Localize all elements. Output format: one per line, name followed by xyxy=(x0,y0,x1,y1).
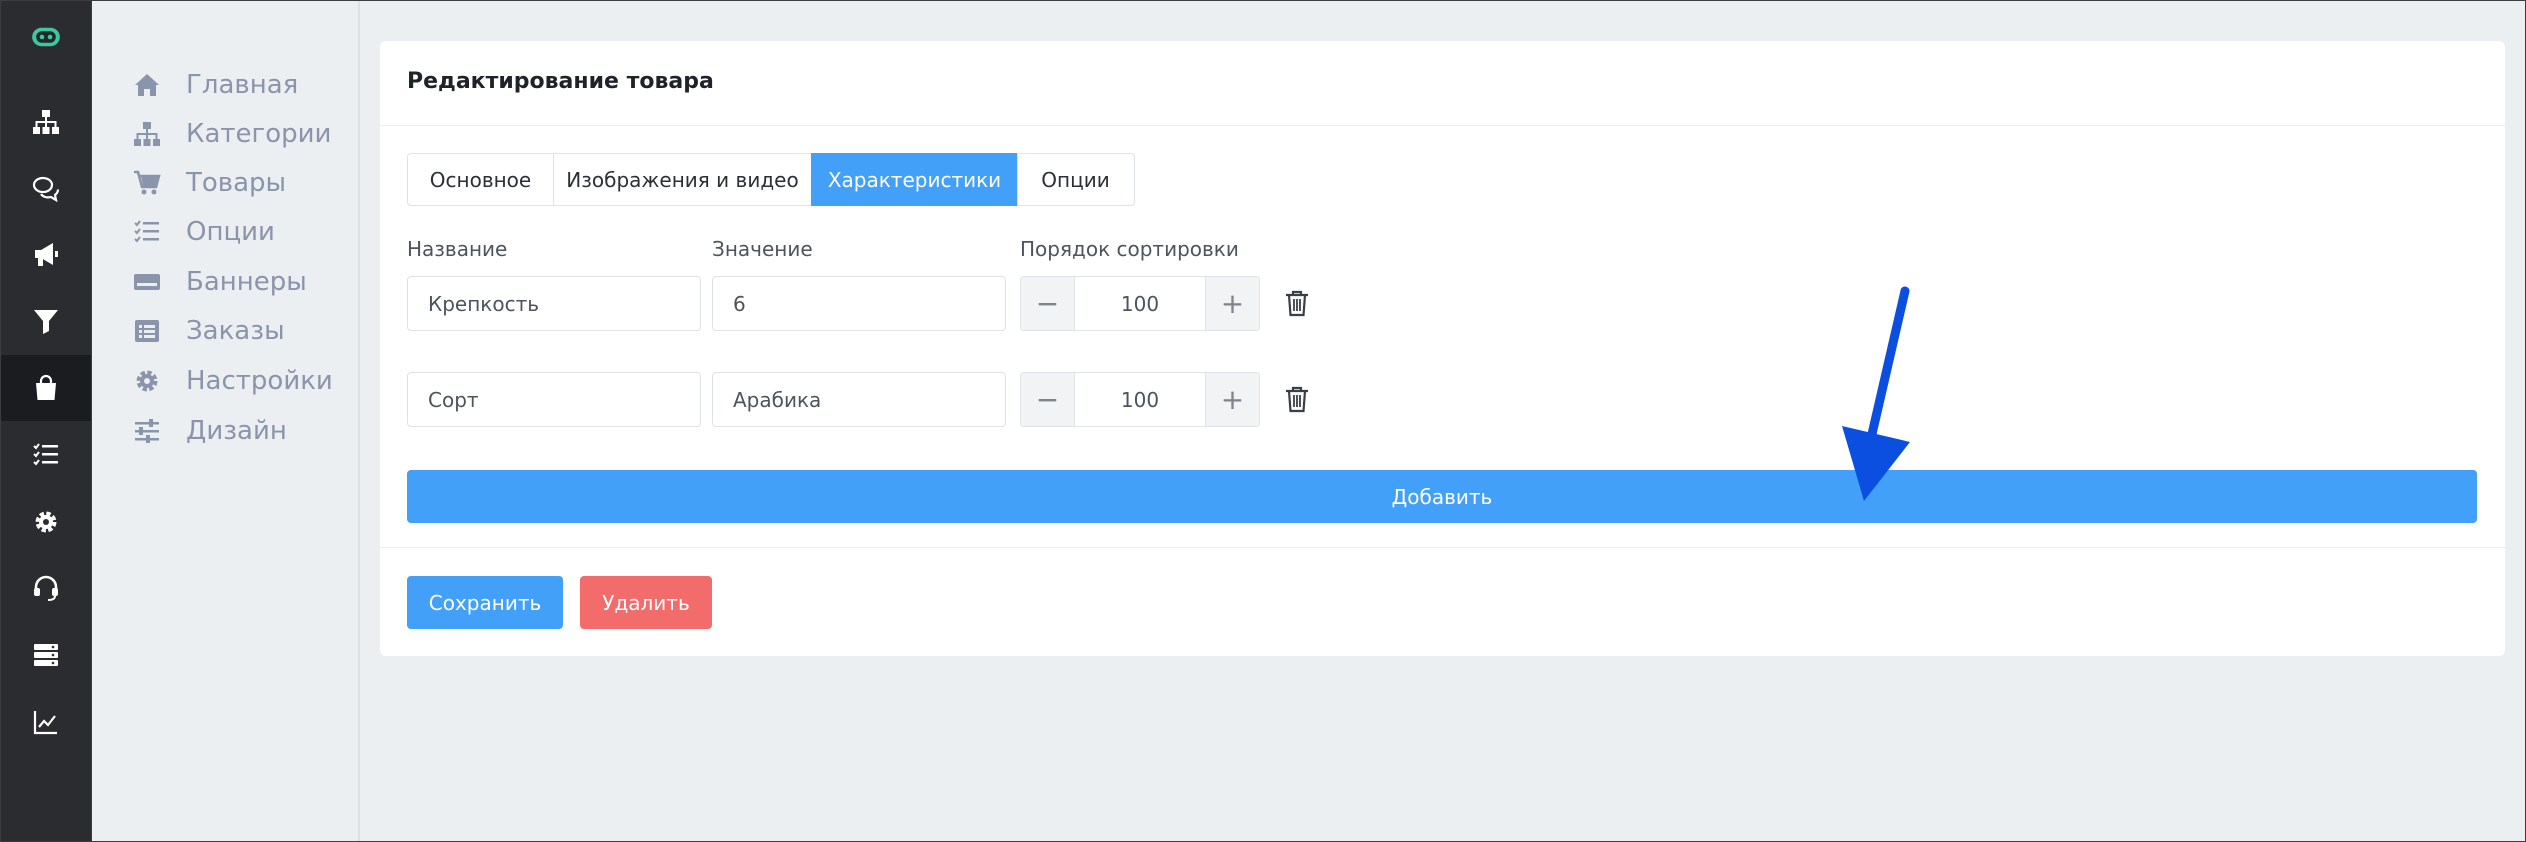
page-title: Редактирование товара xyxy=(407,69,714,94)
filter-icon xyxy=(34,310,58,334)
trash-icon xyxy=(1286,386,1308,413)
rail-item-filter[interactable] xyxy=(1,288,91,354)
sidebar-item-options[interactable]: Опции xyxy=(130,212,275,252)
headset-icon xyxy=(34,575,58,601)
sort-order-input[interactable]: 100 xyxy=(1075,373,1205,426)
chat-icon xyxy=(32,176,60,203)
sidebar-item-label: Заказы xyxy=(186,316,285,346)
checklist-icon xyxy=(33,443,58,466)
server-icon xyxy=(34,644,58,666)
sort-order-stepper: − 100 + xyxy=(1020,276,1260,331)
sidebar-item-orders[interactable]: Заказы xyxy=(130,311,285,351)
save-button[interactable]: Сохранить xyxy=(407,576,563,629)
tab-options[interactable]: Опции xyxy=(1016,153,1135,206)
rail-item-support[interactable] xyxy=(1,555,91,621)
rail-item-marketing[interactable] xyxy=(1,221,91,287)
sidebar-item-label: Главная xyxy=(186,70,299,100)
name-field[interactable]: Крепкость xyxy=(407,276,701,331)
column-label-name: Название xyxy=(407,237,508,261)
banner-icon xyxy=(130,265,164,299)
sort-order-input[interactable]: 100 xyxy=(1075,277,1205,330)
decrement-button[interactable]: − xyxy=(1021,373,1075,426)
trash-icon xyxy=(1286,290,1308,317)
increment-button[interactable]: + xyxy=(1205,373,1259,426)
rail-item-tasks[interactable] xyxy=(1,422,91,488)
name-field[interactable]: Сорт xyxy=(407,372,701,427)
cart-icon xyxy=(130,166,164,200)
sidebar-item-home[interactable]: Главная xyxy=(130,65,298,105)
sidebar-item-design[interactable]: Дизайн xyxy=(130,411,287,451)
sidebar-item-label: Категории xyxy=(186,119,332,149)
tab-general[interactable]: Основное xyxy=(407,153,554,206)
tab-media[interactable]: Изображения и видео xyxy=(552,153,813,206)
delete-row-button[interactable] xyxy=(1280,286,1314,320)
divider xyxy=(380,125,2505,126)
robot-logo-icon xyxy=(32,27,60,47)
chart-icon xyxy=(33,711,57,735)
rail-item-chat[interactable] xyxy=(1,155,91,221)
logo[interactable] xyxy=(1,1,91,73)
sidebar-item-label: Дизайн xyxy=(186,416,287,446)
sidebar-item-label: Товары xyxy=(186,168,287,198)
sidebar-item-label: Настройки xyxy=(186,366,333,396)
delete-button[interactable]: Удалить xyxy=(580,576,712,629)
sidebar-nav: Главная Категории Товары Опции Баннеры З… xyxy=(92,1,360,841)
sidebar-item-label: Баннеры xyxy=(186,267,307,297)
delete-row-button[interactable] xyxy=(1280,382,1314,416)
value-field[interactable]: Арабика xyxy=(712,372,1006,427)
home-icon xyxy=(130,68,164,102)
checklist-icon xyxy=(130,215,164,249)
column-label-value: Значение xyxy=(712,237,813,261)
sitemap-icon xyxy=(130,117,164,151)
value-field[interactable]: 6 xyxy=(712,276,1006,331)
decrement-button[interactable]: − xyxy=(1021,277,1075,330)
tab-bar: Основное Изображения и видео Характерист… xyxy=(407,153,1135,206)
sort-order-stepper: − 100 + xyxy=(1020,372,1260,427)
add-characteristic-button[interactable]: Добавить xyxy=(407,470,2477,523)
sidebar-item-products[interactable]: Товары xyxy=(130,163,286,203)
shopping-bag-icon xyxy=(36,374,56,400)
rail-item-settings[interactable] xyxy=(1,489,91,555)
edit-product-card: Редактирование товара Основное Изображен… xyxy=(380,41,2505,656)
column-label-sort: Порядок сортировки xyxy=(1020,237,1239,261)
sitemap-icon xyxy=(33,110,59,134)
icon-rail xyxy=(1,1,91,841)
sidebar-item-label: Опции xyxy=(186,217,275,247)
rail-item-server[interactable] xyxy=(1,622,91,688)
rail-item-structure[interactable] xyxy=(1,89,91,155)
main-content: Редактирование товара Основное Изображен… xyxy=(360,1,2525,841)
gear-icon xyxy=(130,364,164,398)
sliders-icon xyxy=(130,414,164,448)
rail-item-shop[interactable] xyxy=(1,355,91,421)
sidebar-item-categories[interactable]: Категории xyxy=(130,114,331,154)
gear-icon xyxy=(35,511,57,533)
increment-button[interactable]: + xyxy=(1205,277,1259,330)
rail-item-analytics[interactable] xyxy=(1,689,91,755)
annotation-arrow-icon xyxy=(1842,286,1910,501)
sidebar-item-banners[interactable]: Баннеры xyxy=(130,262,307,302)
divider xyxy=(380,547,2505,548)
list-icon xyxy=(130,314,164,348)
tab-characteristics[interactable]: Характеристики xyxy=(811,153,1018,206)
sidebar-item-settings[interactable]: Настройки xyxy=(130,361,333,401)
megaphone-icon xyxy=(35,243,58,266)
